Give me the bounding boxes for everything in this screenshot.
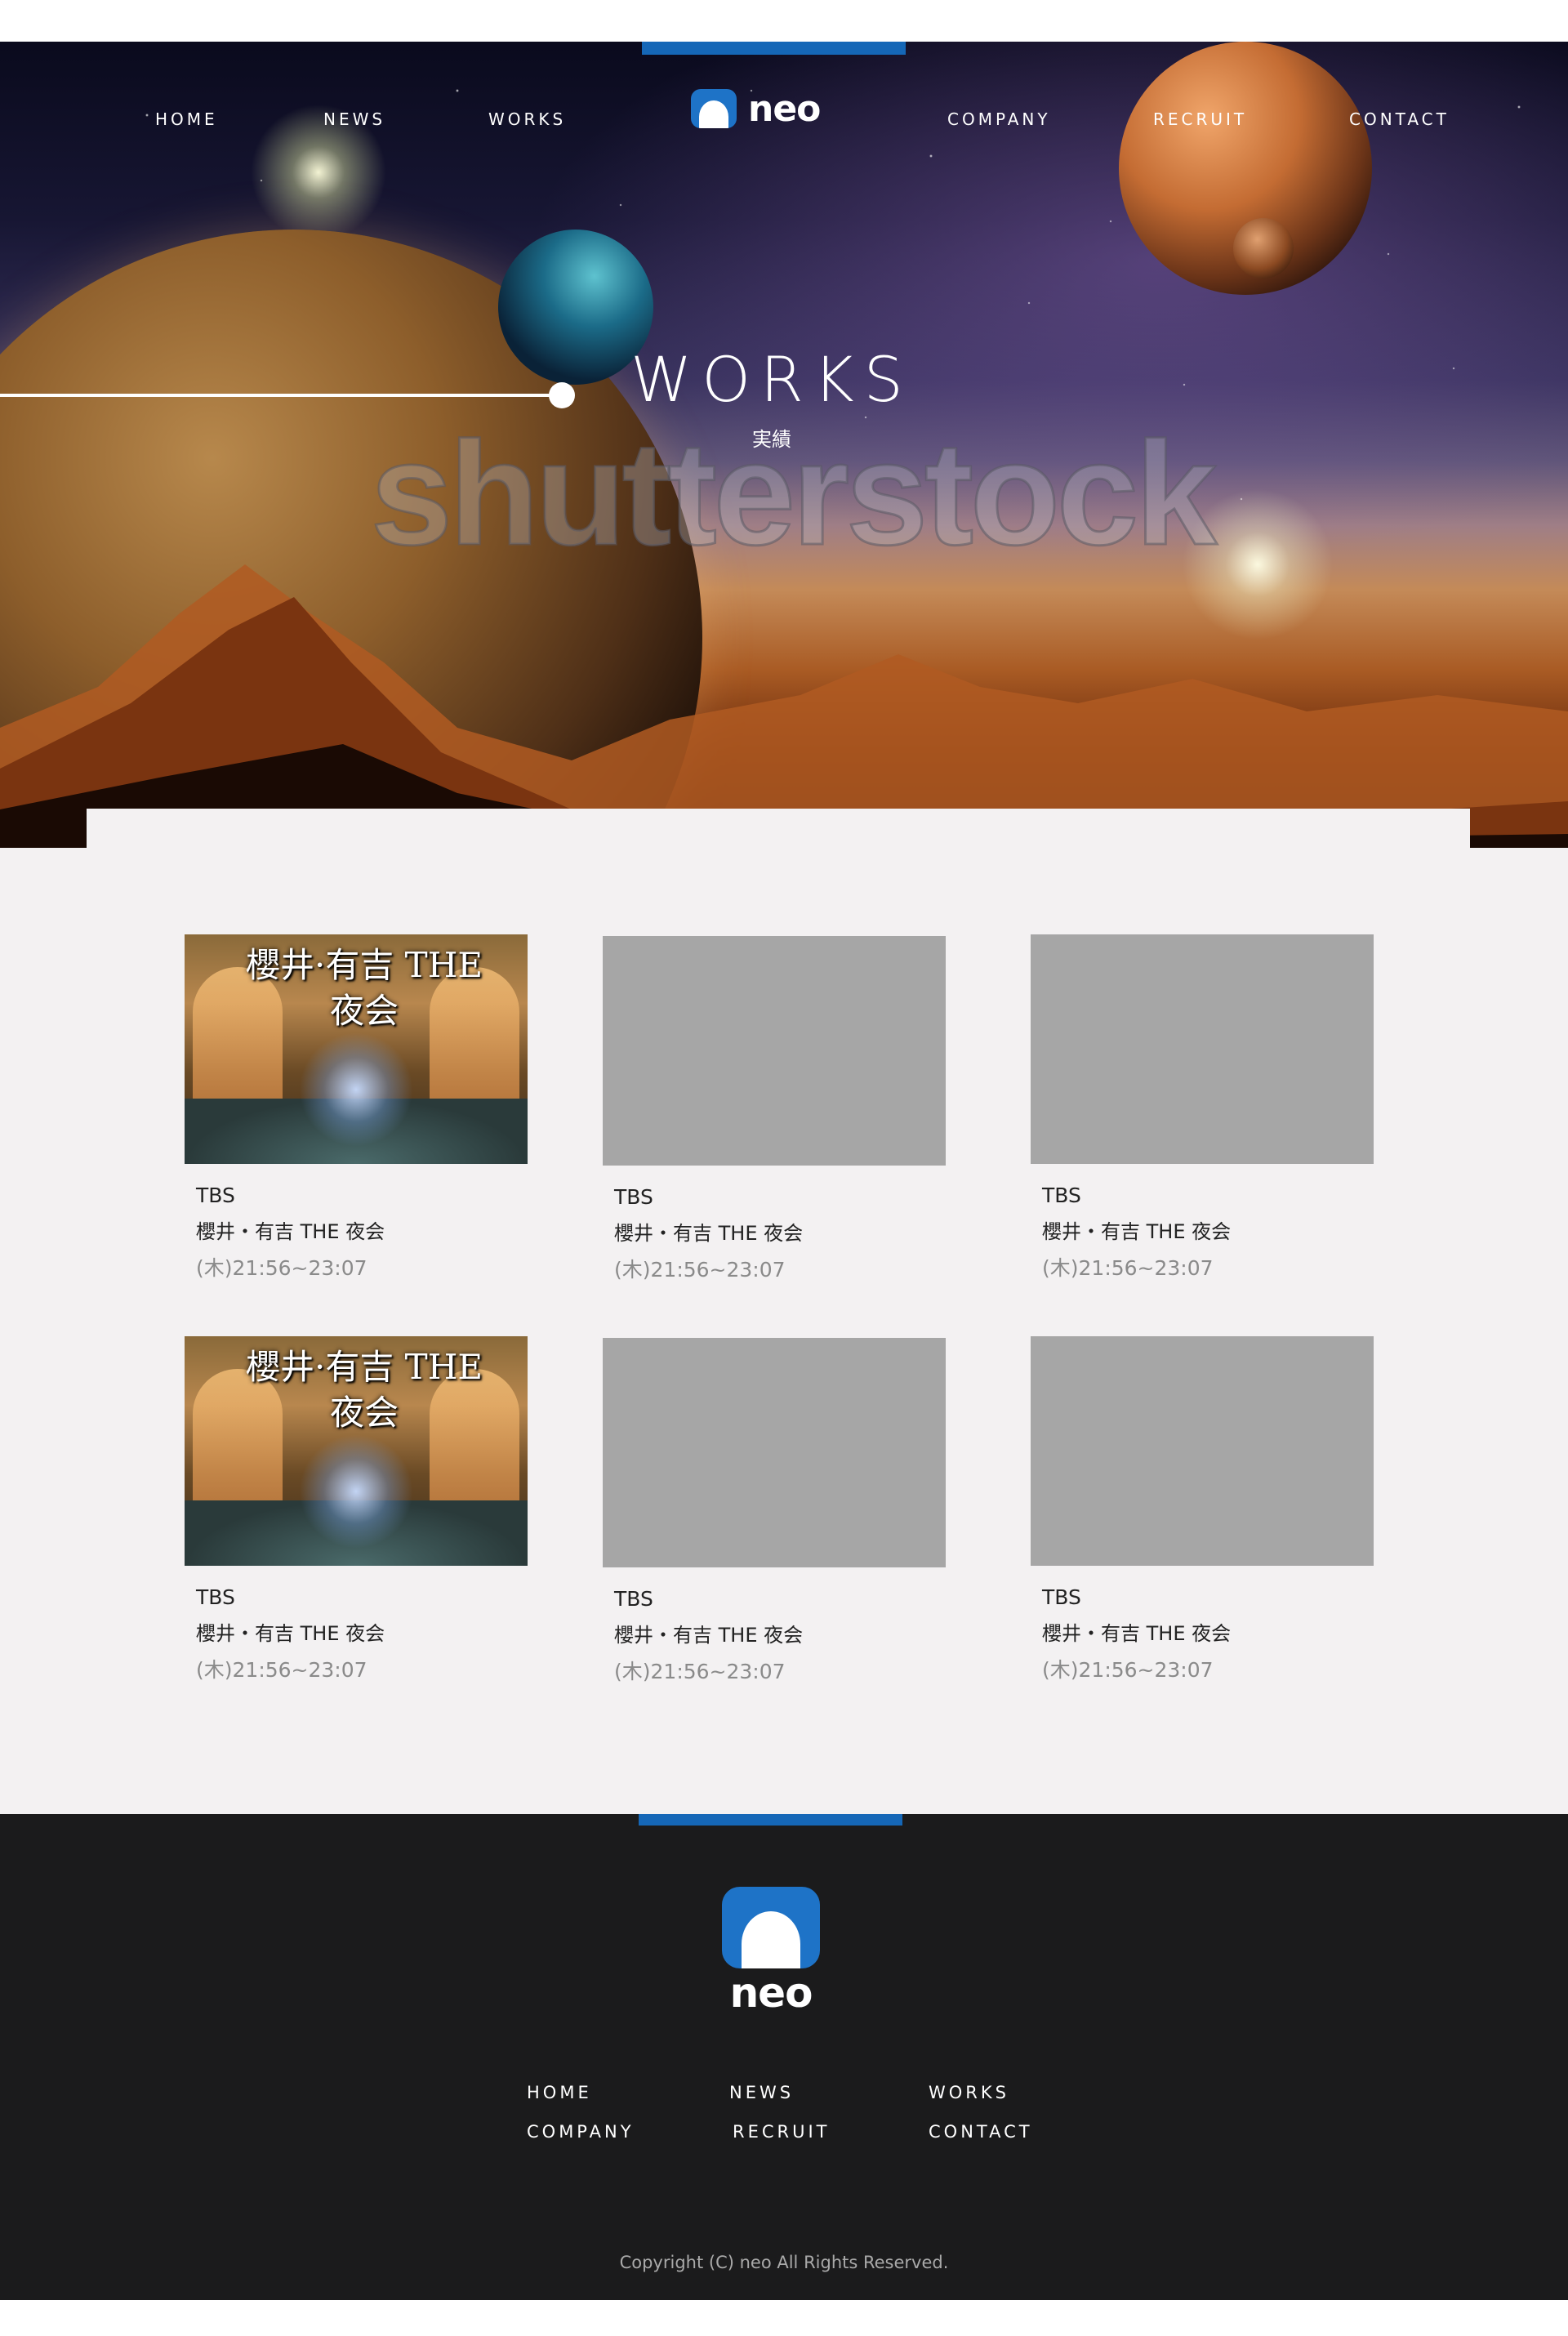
nav-company[interactable]: COMPANY [947,109,1051,129]
work-thumbnail[interactable]: 櫻井·有吉 THE 夜会 [185,934,528,1164]
footer-link-recruit[interactable]: RECRUIT [733,2122,831,2142]
work-card[interactable]: 櫻井·有吉 THE 夜会 TBS 櫻井・有吉 THE 夜会 (木)21:56~2… [185,934,528,1282]
mountain-range [0,564,1568,848]
work-title[interactable]: 櫻井・有吉 THE 夜会 [1042,1617,1374,1646]
work-time: (木)21:56~23:07 [196,1256,368,1280]
work-station: TBS [614,1185,653,1209]
hero-divider-line [0,394,562,397]
content-top-band [87,809,1470,848]
footer-link-home[interactable]: HOME [527,2083,592,2102]
thumbnail-caption: 櫻井·有吉 THE 夜会 [245,945,483,1031]
work-station: TBS [1042,1585,1081,1609]
work-thumbnail-placeholder[interactable] [603,1338,946,1567]
footer-accent-bar [639,1814,902,1826]
work-station: TBS [196,1585,235,1609]
work-time: (木)21:56~23:07 [614,1258,786,1282]
logo-mark-icon [691,89,737,128]
work-title[interactable]: 櫻井・有吉 THE 夜会 [196,1617,528,1646]
footer-link-news[interactable]: NEWS [729,2083,794,2102]
work-card[interactable]: TBS 櫻井・有吉 THE 夜会 (木)21:56~23:07 [603,936,946,1283]
logo-mark-icon [722,1887,820,1968]
logo-text: neo [748,87,821,130]
nav-home[interactable]: HOME [155,109,218,129]
work-station: TBS [1042,1184,1081,1207]
hero-divider-dot [549,382,575,408]
work-title[interactable]: 櫻井・有吉 THE 夜会 [196,1215,528,1244]
page-title: WORKS [630,343,913,416]
work-thumbnail[interactable]: 櫻井·有吉 THE 夜会 [185,1336,528,1566]
footer-link-works[interactable]: WORKS [929,2083,1009,2102]
work-time: (木)21:56~23:07 [1042,1256,1214,1280]
nav-news[interactable]: NEWS [323,109,385,129]
work-time: (木)21:56~23:07 [1042,1658,1214,1682]
work-station: TBS [614,1587,653,1611]
footer-logo[interactable]: neo [720,1887,822,2017]
header-logo[interactable]: neo [691,87,821,130]
nav-contact[interactable]: CONTACT [1349,109,1450,129]
work-time: (木)21:56~23:07 [196,1658,368,1682]
work-time: (木)21:56~23:07 [614,1660,786,1683]
thumbnail-caption: 櫻井·有吉 THE 夜会 [245,1347,483,1433]
page-subtitle: 実績 [752,428,791,451]
work-thumbnail-placeholder[interactable] [1031,934,1374,1164]
footer-link-contact[interactable]: CONTACT [929,2122,1033,2142]
work-title[interactable]: 櫻井・有吉 THE 夜会 [1042,1215,1374,1244]
work-title[interactable]: 櫻井・有吉 THE 夜会 [614,1217,946,1246]
work-card[interactable]: 櫻井·有吉 THE 夜会 TBS 櫻井・有吉 THE 夜会 (木)21:56~2… [185,1336,528,1683]
nav-accent-bar [642,42,906,55]
copyright-text: Copyright (C) neo All Rights Reserved. [619,2253,949,2272]
work-title[interactable]: 櫻井・有吉 THE 夜会 [614,1619,946,1647]
planet-small [1233,218,1294,279]
work-thumbnail-placeholder[interactable] [603,936,946,1166]
work-card[interactable]: TBS 櫻井・有吉 THE 夜会 (木)21:56~23:07 [1031,934,1374,1282]
work-card[interactable]: TBS 櫻井・有吉 THE 夜会 (木)21:56~23:07 [603,1338,946,1685]
page-bottom-strip [0,2300,1568,2336]
footer-link-company[interactable]: COMPANY [527,2122,635,2142]
nav-works[interactable]: WORKS [488,109,566,129]
footer-logo-text: neo [729,1969,813,2017]
work-thumbnail-placeholder[interactable] [1031,1336,1374,1566]
work-station: TBS [196,1184,235,1207]
nav-recruit[interactable]: RECRUIT [1153,109,1247,129]
work-card[interactable]: TBS 櫻井・有吉 THE 夜会 (木)21:56~23:07 [1031,1336,1374,1683]
